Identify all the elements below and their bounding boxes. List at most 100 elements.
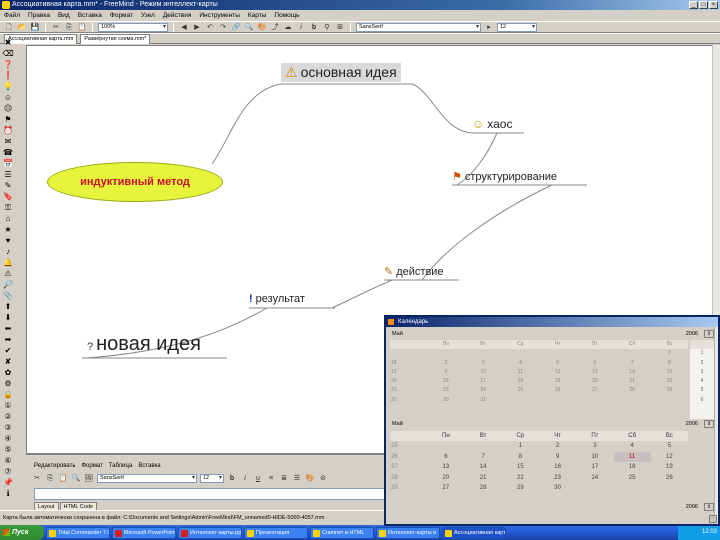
- redo-icon[interactable]: ↷: [218, 23, 228, 32]
- day-cell[interactable]: 6: [427, 452, 464, 462]
- calendar-top-month[interactable]: Май: [392, 329, 403, 339]
- find-icon[interactable]: 🔍: [244, 23, 254, 32]
- menu-edit[interactable]: Правка: [28, 10, 50, 21]
- day-cell[interactable]: 10: [465, 368, 502, 377]
- notes-menu-insert[interactable]: Вставка: [138, 463, 160, 469]
- sad-icon[interactable]: ☹: [3, 104, 14, 114]
- paste-icon[interactable]: 📋: [77, 23, 87, 32]
- node-new-idea[interactable]: ? новая идея: [87, 333, 201, 356]
- copy-icon[interactable]: ⎘: [64, 23, 74, 32]
- day-cell[interactable]: 15: [651, 368, 688, 377]
- arrow-right-icon[interactable]: ➡: [3, 335, 14, 345]
- number-7-icon[interactable]: ⑦: [3, 467, 14, 477]
- day-cell[interactable]: [614, 396, 651, 405]
- day-cell[interactable]: 6: [576, 359, 613, 368]
- day-cell[interactable]: 1: [502, 441, 539, 451]
- italic-icon[interactable]: i: [240, 474, 250, 483]
- day-cell[interactable]: 13: [427, 462, 464, 472]
- magnifier-icon[interactable]: 🔎: [3, 280, 14, 290]
- forward-arrow-icon[interactable]: ▶: [192, 23, 202, 32]
- day-cell[interactable]: 20: [427, 473, 464, 483]
- color-icon[interactable]: 🎨: [305, 474, 315, 483]
- day-cell[interactable]: 8: [502, 452, 539, 462]
- day-cell[interactable]: 12: [539, 368, 576, 377]
- day-cell[interactable]: 14: [465, 462, 502, 472]
- smiley-icon[interactable]: ☺: [3, 93, 14, 103]
- day-cell[interactable]: 7: [465, 452, 502, 462]
- node-color-icon[interactable]: 🎨: [257, 23, 267, 32]
- number-6-icon[interactable]: ⑥: [3, 456, 14, 466]
- new-map-icon[interactable]: 🗋: [4, 23, 14, 32]
- menu-node[interactable]: Узел: [141, 10, 155, 21]
- day-cell[interactable]: 8: [651, 359, 688, 368]
- day-cell[interactable]: 25: [502, 386, 539, 395]
- day-cell[interactable]: 9: [427, 368, 464, 377]
- align-left-icon[interactable]: ≡: [266, 474, 276, 483]
- question-icon[interactable]: ❓: [3, 60, 14, 70]
- undo-icon[interactable]: ↶: [205, 23, 215, 32]
- node-action[interactable]: ✎ действие: [384, 265, 444, 278]
- phone-icon[interactable]: ☎: [3, 148, 14, 158]
- day-cell[interactable]: 11: [502, 368, 539, 377]
- menu-view[interactable]: Вид: [58, 10, 70, 21]
- check-icon[interactable]: ✔: [3, 346, 14, 356]
- exclamation-icon[interactable]: ❗: [3, 71, 14, 81]
- notes-menu-format[interactable]: Формат: [81, 463, 102, 469]
- day-cell[interactable]: 29: [651, 386, 688, 395]
- start-button[interactable]: Пуск: [0, 525, 44, 540]
- calendar-icon[interactable]: 📅: [3, 159, 14, 169]
- number-5-icon[interactable]: ⑤: [3, 445, 14, 455]
- copy-icon[interactable]: ⎘: [45, 474, 55, 483]
- menu-file[interactable]: Файл: [4, 10, 20, 21]
- taskbar-item-intellect-maps[interactable]: Интеллект-карты в: [376, 526, 440, 539]
- bold-icon[interactable]: b: [309, 23, 319, 32]
- menu-tools[interactable]: Инструменты: [199, 10, 240, 21]
- gear-icon[interactable]: ⚙: [3, 379, 14, 389]
- day-cell[interactable]: 16: [427, 377, 464, 386]
- day-cell[interactable]: [576, 396, 613, 405]
- image-icon[interactable]: 🖼: [84, 474, 94, 483]
- node-result[interactable]: ! результат: [249, 293, 305, 305]
- menu-format[interactable]: Формат: [110, 10, 133, 21]
- paste-icon[interactable]: 📋: [58, 474, 68, 483]
- day-cell[interactable]: 16: [539, 462, 576, 472]
- day-cell[interactable]: 23: [427, 386, 464, 395]
- day-cell[interactable]: 4: [502, 359, 539, 368]
- calendar-top-year[interactable]: 2006: [686, 329, 698, 339]
- number-1-icon[interactable]: ①: [3, 401, 14, 411]
- pencil-icon[interactable]: ✎: [3, 181, 14, 191]
- day-cell[interactable]: [502, 349, 539, 358]
- font-arrow-icon[interactable]: ▸: [484, 23, 494, 32]
- bookmark-icon[interactable]: 🔖: [3, 192, 14, 202]
- number-2-icon[interactable]: ②: [3, 412, 14, 422]
- cut-icon[interactable]: ✂: [51, 23, 61, 32]
- info-icon[interactable]: ℹ: [3, 489, 14, 499]
- arrow-left-icon[interactable]: ⬅: [3, 324, 14, 334]
- idea-icon[interactable]: 💡: [3, 82, 14, 92]
- day-cell[interactable]: 1: [651, 349, 688, 358]
- fold-icon[interactable]: ⊞: [335, 23, 345, 32]
- butterfly-icon[interactable]: ✿: [3, 368, 14, 378]
- day-cell[interactable]: 5: [539, 359, 576, 368]
- day-cell[interactable]: 17: [576, 462, 613, 472]
- back-arrow-icon[interactable]: ◀: [179, 23, 189, 32]
- day-cell[interactable]: 23: [539, 473, 576, 483]
- day-cell[interactable]: 28: [465, 483, 502, 493]
- taskbar-item-total-commander[interactable]: Total Commander 7.0: [46, 526, 110, 539]
- day-cell[interactable]: [427, 441, 464, 451]
- maximize-button[interactable]: □: [699, 1, 708, 9]
- notes-editor[interactable]: [34, 488, 386, 500]
- align-right-icon[interactable]: ☰: [292, 474, 302, 483]
- cut-icon[interactable]: ✂: [32, 474, 42, 483]
- minimize-button[interactable]: _: [689, 1, 698, 9]
- arrow-up-icon[interactable]: ⬆: [3, 302, 14, 312]
- node-chaos[interactable]: ☺ хаос: [472, 117, 512, 131]
- day-cell[interactable]: 19: [539, 377, 576, 386]
- align-center-icon[interactable]: ≣: [279, 474, 289, 483]
- font-family-select[interactable]: SansSerif: [356, 22, 481, 32]
- tab-expanded-scheme[interactable]: Развёрнутая схема.mm*: [80, 33, 151, 44]
- day-cell[interactable]: 3: [576, 441, 613, 451]
- calendar-month[interactable]: Май: [392, 419, 403, 429]
- day-cell[interactable]: 31: [465, 396, 502, 405]
- day-cell[interactable]: 21: [614, 377, 651, 386]
